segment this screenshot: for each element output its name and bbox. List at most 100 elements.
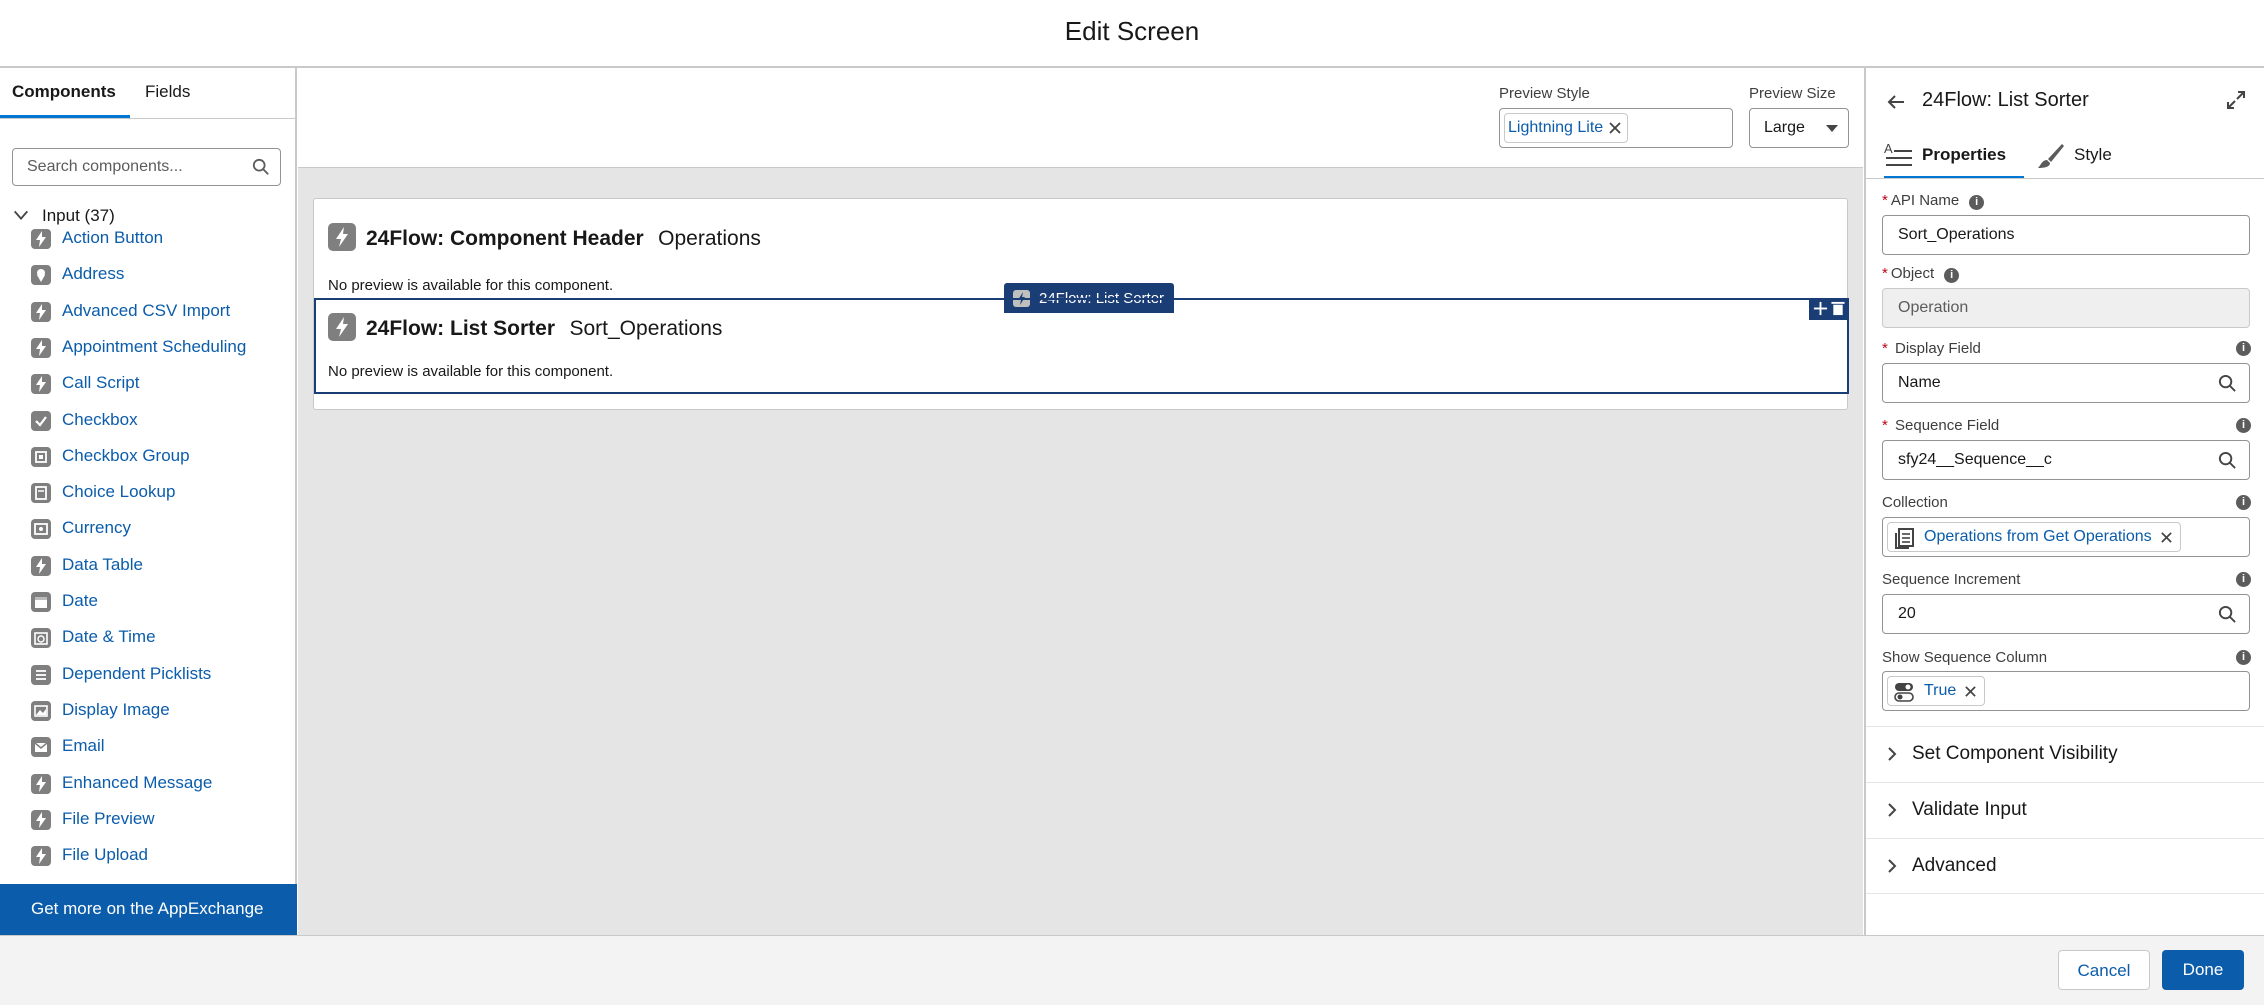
required-marker: * bbox=[1882, 340, 1888, 357]
palette-item-label: Appointment Scheduling bbox=[62, 336, 247, 356]
palette-item[interactable]: Advanced CSV Import bbox=[31, 295, 291, 331]
search-icon[interactable] bbox=[2218, 451, 2237, 470]
appexchange-label: Get more on the AppExchange bbox=[31, 899, 264, 918]
tab-properties[interactable]: Properties bbox=[1922, 145, 2006, 165]
search-icon[interactable] bbox=[2218, 374, 2237, 393]
chevron-right-icon bbox=[1888, 747, 1897, 761]
no-preview-message: No preview is available for this compone… bbox=[328, 363, 614, 380]
palette-item[interactable]: Email bbox=[31, 730, 291, 766]
palette-item-label: Enhanced Message bbox=[62, 772, 213, 792]
preview-style-select[interactable]: Lightning Lite bbox=[1499, 108, 1733, 148]
palette-item[interactable]: Display Image bbox=[31, 694, 291, 730]
search-input[interactable]: Search components... bbox=[12, 148, 281, 186]
info-icon[interactable]: i bbox=[2236, 650, 2251, 665]
info-icon[interactable]: i bbox=[2236, 341, 2251, 356]
display-field-input[interactable]: Name bbox=[1882, 363, 2250, 403]
palette-item[interactable]: Enhanced Message bbox=[31, 767, 291, 803]
collection-value: Operations from Get Operations bbox=[1924, 528, 2152, 545]
component-header-card[interactable]: 24Flow: Component Header Operations bbox=[366, 227, 761, 251]
api-name-value: Sort_Operations bbox=[1898, 226, 2015, 243]
display-field-label: * Display Field bbox=[1882, 340, 1981, 357]
display-field-value: Name bbox=[1898, 374, 1941, 391]
palette-item[interactable]: Address bbox=[31, 258, 291, 294]
close-icon[interactable] bbox=[2160, 531, 2173, 544]
palette-item-label: Address bbox=[62, 264, 125, 284]
collection-label: Collection bbox=[1882, 494, 1948, 511]
move-icon[interactable] bbox=[1813, 301, 1828, 316]
section-validate-input[interactable]: Validate Input bbox=[1866, 782, 2264, 838]
preview-size-label: Preview Size bbox=[1749, 85, 1836, 102]
delete-icon[interactable] bbox=[1831, 301, 1845, 316]
tab-fields[interactable]: Fields bbox=[145, 82, 190, 102]
info-icon[interactable]: i bbox=[2236, 495, 2251, 510]
api-name-input[interactable]: Sort_Operations bbox=[1882, 215, 2250, 255]
api-name-label: * API Name i bbox=[1882, 192, 1985, 210]
info-icon[interactable]: i bbox=[1969, 195, 1985, 210]
collection-icon bbox=[1895, 528, 1914, 549]
no-preview-message: No preview is available for this compone… bbox=[328, 277, 614, 294]
palette-item-label: File Upload bbox=[62, 845, 148, 865]
caret-down-icon bbox=[1826, 125, 1838, 132]
component-actions bbox=[1809, 298, 1849, 320]
palette-item[interactable]: Call Script bbox=[31, 367, 291, 403]
bolt-icon bbox=[31, 229, 51, 249]
lookup-icon bbox=[31, 483, 51, 504]
close-icon[interactable] bbox=[1608, 121, 1622, 135]
palette-item[interactable]: Date & Time bbox=[31, 621, 291, 657]
palette-item[interactable]: Data Table bbox=[31, 549, 291, 585]
tabs-divider bbox=[1866, 178, 2264, 179]
sequence-increment-label: Sequence Increment bbox=[1882, 571, 2021, 588]
show-sequence-column-value: True bbox=[1924, 682, 1957, 699]
back-arrow-icon[interactable] bbox=[1886, 92, 1906, 112]
object-input: Operation bbox=[1882, 288, 2250, 328]
sequence-field-input[interactable]: sfy24__Sequence__c bbox=[1882, 440, 2250, 480]
palette-item-label: Currency bbox=[62, 518, 131, 538]
palette-item[interactable]: Date bbox=[31, 585, 291, 621]
preview-size-value: Large bbox=[1764, 119, 1805, 136]
palette-item[interactable]: Dependent Picklists bbox=[31, 658, 291, 694]
palette-item[interactable]: Currency bbox=[31, 512, 291, 548]
bolt-icon bbox=[31, 374, 51, 395]
palette-item-label: Checkbox Group bbox=[62, 445, 190, 465]
bolt-icon bbox=[31, 301, 51, 322]
info-icon[interactable]: i bbox=[1944, 268, 1960, 283]
list-sorter-title-row: 24Flow: List Sorter Sort_Operations bbox=[366, 317, 722, 341]
search-icon[interactable] bbox=[2218, 605, 2237, 624]
section-set-component-visibility[interactable]: Set Component Visibility bbox=[1866, 726, 2264, 782]
close-icon[interactable] bbox=[1964, 685, 1977, 698]
bolt-icon bbox=[328, 313, 356, 341]
object-label: * Object i bbox=[1882, 265, 1960, 283]
palette-item[interactable]: Checkbox Group bbox=[31, 440, 291, 476]
preview-toolbar: Preview Style Lightning Lite Preview Siz… bbox=[298, 68, 1863, 168]
done-button[interactable]: Done bbox=[2162, 950, 2244, 990]
currency-icon bbox=[31, 519, 51, 540]
sequence-field-label: * Sequence Field bbox=[1882, 417, 2000, 434]
sequence-increment-input[interactable]: 20 bbox=[1882, 594, 2250, 634]
palette-item[interactable]: Appointment Scheduling bbox=[31, 331, 291, 367]
appexchange-link[interactable]: Get more on the AppExchange bbox=[0, 884, 297, 935]
palette-item-label: Advanced CSV Import bbox=[62, 300, 231, 320]
preview-size-select[interactable]: Large bbox=[1749, 108, 1849, 148]
cancel-button[interactable]: Cancel bbox=[2058, 950, 2150, 990]
info-icon[interactable]: i bbox=[2236, 572, 2251, 587]
sequence-field-value: sfy24__Sequence__c bbox=[1898, 451, 2052, 468]
sequence-increment-value: 20 bbox=[1898, 605, 1916, 622]
chevron-right-icon bbox=[1888, 859, 1897, 873]
chevron-down-icon bbox=[14, 210, 28, 220]
tab-style[interactable]: Style bbox=[2074, 145, 2112, 165]
info-icon[interactable]: i bbox=[2236, 418, 2251, 433]
palette-item[interactable]: File Upload bbox=[31, 839, 291, 875]
palette-item[interactable]: Choice Lookup bbox=[31, 476, 291, 512]
expand-icon[interactable] bbox=[2226, 90, 2246, 110]
collection-input[interactable]: Operations from Get Operations bbox=[1882, 517, 2250, 557]
section-label: Validate Input bbox=[1912, 799, 2027, 820]
datetime-icon bbox=[31, 628, 51, 649]
palette-item[interactable]: Action Button bbox=[31, 222, 291, 258]
tab-components[interactable]: Components bbox=[12, 82, 116, 102]
palette-item[interactable]: File Preview bbox=[31, 803, 291, 839]
palette-item[interactable]: Checkbox bbox=[31, 404, 291, 440]
palette-item-label: Call Script bbox=[62, 373, 140, 393]
list-sorter-card[interactable]: 24Flow: List Sorter Sort_Operations No p… bbox=[314, 298, 1849, 394]
section-advanced[interactable]: Advanced bbox=[1866, 838, 2264, 894]
show-sequence-column-input[interactable]: True bbox=[1882, 671, 2250, 711]
